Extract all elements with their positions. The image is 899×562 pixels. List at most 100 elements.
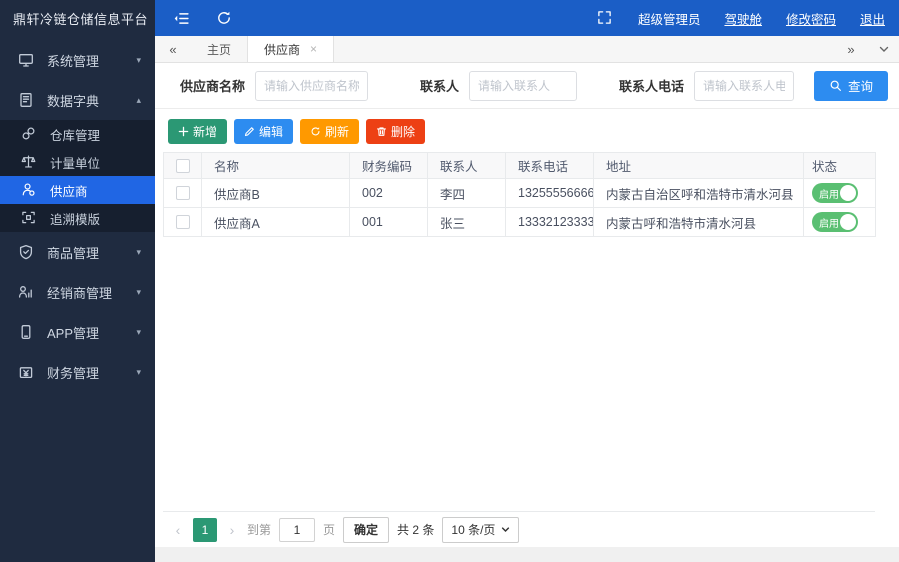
status-toggle[interactable]: 启用 [812,183,858,203]
sidebar-item-label: 财务管理 [47,363,99,382]
search-icon [829,79,842,92]
filter-bar: 供应商名称 联系人 联系人电话 查询 [155,63,899,109]
page-jump-input[interactable] [279,518,315,542]
cell-phone: 13332123333 [506,208,594,237]
app-logo-title: 鼎轩冷链仓储信息平台 [0,0,155,36]
sidebar-item-app-management[interactable]: APP管理 ▾ [0,312,155,352]
sidebar-item-label: 仓库管理 [50,125,100,144]
select-all-checkbox[interactable] [176,159,190,173]
status-toggle[interactable]: 启用 [812,212,858,232]
sidebar-item-label: APP管理 [47,323,99,342]
column-header-code: 财务编码 [350,153,428,179]
fullscreen-icon[interactable] [597,10,614,27]
cell-address: 内蒙古自治区呼和浩特市清水河县 [594,179,804,208]
monitor-icon [18,52,34,68]
close-icon[interactable]: × [310,42,317,56]
sidebar-item-system-management[interactable]: 系统管理 ▾ [0,40,155,80]
tab-supplier[interactable]: 供应商 × [247,36,334,62]
delete-button[interactable]: 删除 [366,119,425,144]
sidebar-item-label: 计量单位 [50,153,100,172]
add-button[interactable]: 新增 [168,119,227,144]
tab-bar: « 主页 供应商 × » [155,36,899,63]
sidebar-item-label: 数据字典 [47,91,99,110]
tabs-scroll-left-icon[interactable]: « [155,36,191,62]
logout-link[interactable]: 退出 [860,9,885,28]
topbar: 超级管理员 驾驶舱 修改密码 退出 [155,0,899,36]
refresh-icon[interactable] [216,10,233,27]
contact-label: 联系人 [420,76,459,95]
plus-icon [178,126,189,137]
cell-code: 002 [350,179,428,208]
toggle-knob [840,214,856,230]
pagination: ‹ 1 › 到第 页 确定 共 2 条 10 条/页 [163,511,875,547]
action-toolbar: 新增 编辑 刷新 删除 [155,109,899,152]
refresh-button[interactable]: 刷新 [300,119,359,144]
cell-phone: 13255556666 [506,179,594,208]
column-header-address: 地址 [594,153,804,179]
table-zone: 名称 财务编码 联系人 联系电话 地址 状态 供应商B 002 [155,152,899,547]
cell-code: 001 [350,208,428,237]
sidebar-item-label: 追溯模版 [50,209,100,228]
contact-phone-input[interactable] [694,71,794,101]
tabs-scroll-right-icon[interactable]: » [833,36,869,62]
cell-contact: 张三 [428,208,506,237]
tabs-menu-chevron-icon[interactable] [869,36,899,62]
sidebar-item-label: 系统管理 [47,51,99,70]
contact-input[interactable] [469,71,577,101]
menu-fold-icon[interactable] [173,10,190,27]
cockpit-link[interactable]: 驾驶舱 [724,9,762,28]
edit-button-label: 编辑 [259,123,283,140]
empty-space [163,237,875,511]
app-window: 鼎轩冷链仓储信息平台 系统管理 ▾ 数据字典 ▴ [0,0,899,562]
page-jump-confirm-button[interactable]: 确定 [343,517,389,543]
trace-icon [21,210,37,226]
row-checkbox[interactable] [176,215,190,229]
page-size-select[interactable]: 10 条/页 [442,517,519,543]
sidebar-menu: 系统管理 ▾ 数据字典 ▴ 仓库管理 [0,36,155,392]
tab-home[interactable]: 主页 [191,36,247,62]
supplier-name-input[interactable] [255,71,368,101]
cell-contact: 李四 [428,179,506,208]
page-size-value: 10 条/页 [451,521,495,538]
search-button[interactable]: 查询 [814,71,888,101]
sidebar-item-supplier[interactable]: 供应商 [0,176,155,204]
chevron-down-icon: ▾ [136,367,141,378]
content-panel: 供应商名称 联系人 联系人电话 查询 新增 编辑 [155,63,899,547]
supplier-icon [21,182,37,198]
page-unit-label: 页 [323,521,335,538]
page-number-button[interactable]: 1 [193,518,217,542]
next-page-icon[interactable]: › [225,522,239,538]
status-toggle-label: 启用 [819,215,839,230]
edit-button[interactable]: 编辑 [234,119,293,144]
shield-icon [18,244,34,260]
main-area: 超级管理员 驾驶舱 修改密码 退出 « 主页 供应商 × » [155,0,899,562]
sidebar-item-warehouse-management[interactable]: 仓库管理 [0,120,155,148]
sidebar-item-measurement-unit[interactable]: 计量单位 [0,148,155,176]
add-button-label: 新增 [193,123,217,140]
tab-label: 主页 [207,41,231,58]
sidebar-item-data-dictionary[interactable]: 数据字典 ▴ [0,80,155,120]
scale-icon [21,154,37,170]
cell-address: 内蒙古呼和浩特市清水河县 [594,208,804,237]
supplier-name-label: 供应商名称 [180,76,245,95]
trash-icon [376,126,387,137]
column-header-contact: 联系人 [428,153,506,179]
table-row[interactable]: 供应商A 001 张三 13332123333 内蒙古呼和浩特市清水河县 启用 [164,208,876,237]
sidebar-item-finance-management[interactable]: 财务管理 ▾ [0,352,155,392]
column-header-name: 名称 [202,153,350,179]
tab-label: 供应商 [264,41,300,58]
warehouse-icon [21,126,37,142]
sidebar-item-distributor-management[interactable]: 经销商管理 ▾ [0,272,155,312]
search-button-label: 查询 [848,76,873,95]
column-header-status: 状态 [804,153,876,179]
table-row[interactable]: 供应商B 002 李四 13255556666 内蒙古自治区呼和浩特市清水河县 … [164,179,876,208]
toggle-knob [840,185,856,201]
sidebar-item-product-management[interactable]: 商品管理 ▾ [0,232,155,272]
sidebar-item-label: 商品管理 [47,243,99,262]
prev-page-icon[interactable]: ‹ [171,522,185,538]
sidebar-item-trace-template[interactable]: 追溯模版 [0,204,155,232]
row-checkbox[interactable] [176,186,190,200]
change-password-link[interactable]: 修改密码 [786,9,836,28]
sidebar-item-label: 经销商管理 [47,283,112,302]
table-header-row: 名称 财务编码 联系人 联系电话 地址 状态 [164,153,876,179]
